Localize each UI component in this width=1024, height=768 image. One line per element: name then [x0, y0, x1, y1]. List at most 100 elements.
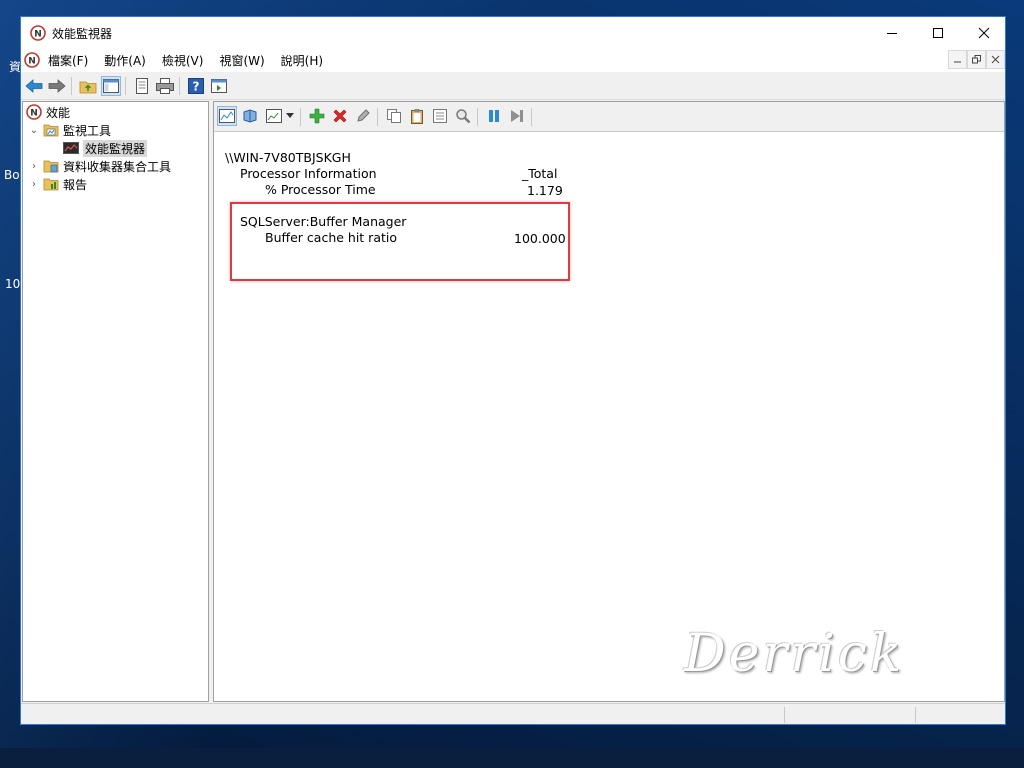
window-title: 效能監視器: [52, 27, 113, 41]
delete-x-icon: [333, 109, 347, 123]
object-name: Processor Information: [240, 166, 377, 181]
properties-button[interactable]: [430, 106, 450, 126]
tree-item-performance-monitor[interactable]: 效能監視器: [63, 139, 148, 157]
instance-name: _Total: [522, 166, 558, 181]
tree-item-reports[interactable]: › 報告: [29, 175, 87, 193]
watermark-signature: Derrick: [684, 624, 905, 684]
tree-item-label: 監視工具: [63, 123, 112, 138]
restore-icon: [972, 55, 981, 64]
forward-arrow-icon: [48, 79, 66, 93]
main-toolbar: ?: [21, 72, 1005, 100]
database-icon: [243, 109, 257, 123]
perfmon-icon: N: [26, 104, 42, 120]
action-pane-icon: [211, 79, 227, 93]
menu-action[interactable]: 動作(A): [104, 52, 146, 69]
perfmon-system-menu-icon[interactable]: N: [24, 52, 40, 68]
counter-value: 100.000: [514, 231, 566, 246]
close-icon: [978, 27, 990, 38]
tree-item-data-collector-sets[interactable]: › 資料收集器集合工具: [29, 157, 171, 175]
clipboard-icon: [411, 109, 423, 124]
desktop-icon-label: Bo: [4, 168, 20, 182]
show-hide-action-pane-button[interactable]: [209, 76, 229, 96]
help-button[interactable]: ?: [186, 76, 206, 96]
dropdown-arrow-icon: [286, 113, 294, 118]
folder-up-icon: [79, 81, 97, 94]
tree-item-performance[interactable]: N 效能: [26, 103, 70, 121]
graph-type-icon: [266, 109, 282, 123]
highlight-button[interactable]: [353, 106, 373, 126]
menu-window[interactable]: 視窗(W): [219, 52, 264, 69]
mdi-close-button[interactable]: [986, 50, 1005, 69]
close-button[interactable]: [961, 17, 1007, 48]
counter-value: 1.179: [527, 183, 563, 198]
add-counter-button[interactable]: [307, 106, 327, 126]
forward-button[interactable]: [47, 76, 67, 96]
performance-monitor-pane: \\WIN-7V80TBJSKGH Processor Information …: [213, 101, 1005, 702]
copy-properties-button[interactable]: [384, 106, 404, 126]
graph-type-dropdown[interactable]: [284, 106, 296, 126]
magnifier-icon: [456, 109, 471, 124]
printer-icon: [156, 78, 174, 94]
chevron-right-icon[interactable]: ›: [29, 179, 39, 190]
minimize-icon: [887, 32, 897, 34]
help-icon: ?: [188, 78, 204, 94]
document-icon: [136, 78, 148, 94]
minimize-button[interactable]: [869, 17, 915, 48]
close-icon: [991, 55, 1000, 64]
svg-text:N: N: [30, 109, 38, 119]
update-data-button[interactable]: [507, 106, 527, 126]
delete-counter-button[interactable]: [330, 106, 350, 126]
menu-help[interactable]: 說明(H): [281, 52, 323, 69]
maximize-button[interactable]: [915, 17, 961, 48]
change-graph-type-button[interactable]: [264, 106, 284, 126]
pause-icon: [489, 110, 499, 122]
show-hide-console-tree-button[interactable]: [101, 76, 121, 96]
mdi-minimize-button[interactable]: [948, 50, 967, 69]
up-folder-button[interactable]: [78, 76, 98, 96]
chevron-down-icon[interactable]: ⌄: [29, 125, 39, 136]
status-bar: [21, 703, 1005, 724]
tree-item-label: 效能: [46, 105, 71, 120]
object-name: SQLServer:Buffer Manager: [240, 214, 407, 229]
perfmon-app-icon: N: [30, 25, 46, 41]
svg-text:N: N: [28, 57, 36, 67]
mdi-restore-button[interactable]: [967, 50, 986, 69]
menu-file[interactable]: 檔案(F): [48, 52, 88, 69]
chevron-right-icon[interactable]: ›: [29, 161, 39, 172]
plus-icon: [309, 108, 325, 124]
folder-chart-icon: [43, 124, 59, 137]
properties-icon: [433, 109, 447, 123]
view-current-activity-button[interactable]: [217, 106, 237, 126]
computer-name: \\WIN-7V80TBJSKGH: [225, 150, 351, 165]
tree-item-label: 報告: [63, 177, 88, 192]
taskbar: [0, 748, 1024, 768]
desktop-icon-label: 10: [5, 277, 21, 291]
performance-monitor-icon: [63, 142, 79, 154]
perfmon-window: N 效能監視器 N 檔案(F) 動作(A) 檢視(V) 視窗(W) 說明(H): [20, 16, 1006, 725]
back-button[interactable]: [24, 76, 44, 96]
print-button[interactable]: [155, 76, 175, 96]
back-arrow-icon: [25, 79, 43, 93]
menu-view[interactable]: 檢視(V): [162, 52, 204, 69]
export-list-button[interactable]: [132, 76, 152, 96]
reports-icon: [43, 178, 59, 191]
counter-name: Buffer cache hit ratio: [265, 230, 397, 245]
monitor-toolbar: [214, 102, 1004, 132]
pencil-icon: [357, 109, 370, 122]
title-bar[interactable]: N 效能監視器: [21, 17, 1005, 48]
console-tree: N 效能 ⌄ 監視工具 效能監視器 › 資料收集器集合工具 › 報告: [22, 101, 209, 702]
tree-item-label: 資料收集器集合工具: [63, 159, 172, 174]
tree-item-label: 效能監視器: [83, 139, 148, 157]
chart-icon: [219, 109, 235, 123]
counter-name: % Processor Time: [265, 182, 376, 197]
view-log-data-button[interactable]: [240, 106, 260, 126]
tree-item-monitoring-tools[interactable]: ⌄ 監視工具: [29, 121, 111, 139]
minimize-icon: [954, 61, 961, 63]
freeze-display-button[interactable]: [484, 106, 504, 126]
zoom-button[interactable]: [453, 106, 473, 126]
svg-text:N: N: [34, 30, 42, 40]
copy-icon: [387, 109, 401, 123]
paste-counter-list-button[interactable]: [407, 106, 427, 126]
console-tree-icon: [103, 79, 119, 93]
svg-text:?: ?: [193, 80, 200, 94]
